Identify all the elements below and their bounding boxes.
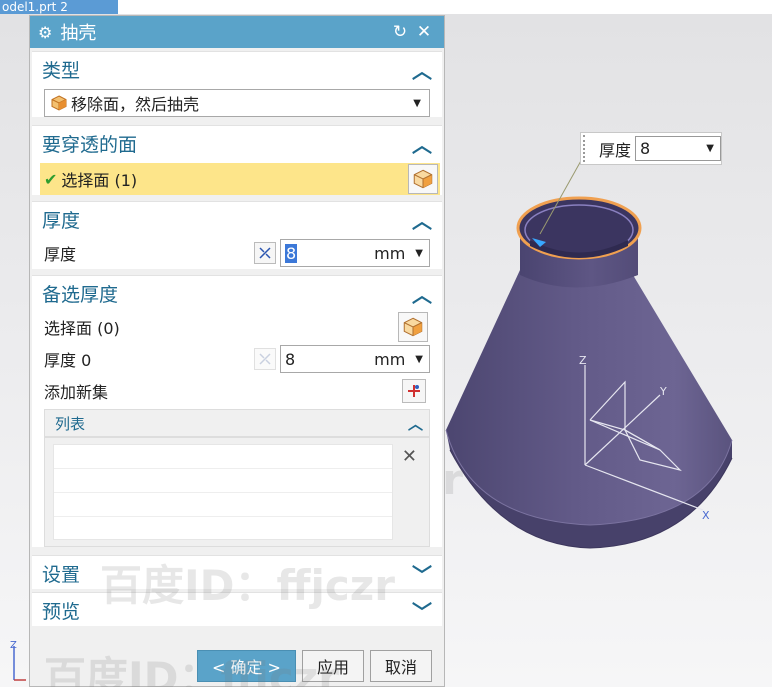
- axis-z-label: Z: [579, 354, 587, 367]
- type-select[interactable]: 移除面，然后抽壳 ▼: [44, 89, 430, 117]
- alt-thickness-value: 8: [285, 349, 296, 369]
- thickness-unit: mm: [374, 243, 406, 263]
- chevron-up-icon[interactable]: ︿: [412, 279, 432, 308]
- svg-text:Z: Z: [10, 640, 17, 651]
- section-settings-header[interactable]: 设置 ﹀: [32, 556, 442, 590]
- callout-thickness-input[interactable]: 8 ▼: [635, 136, 721, 161]
- select-face-row[interactable]: ✔ 选择面 (1): [40, 163, 440, 195]
- list-box[interactable]: [53, 444, 393, 540]
- add-icon: [408, 385, 420, 397]
- dialog-title: 抽壳: [60, 23, 97, 44]
- list-header[interactable]: 列表 ︿: [44, 409, 430, 437]
- gear-icon: ⚙: [38, 22, 53, 42]
- thickness-label: 厚度: [44, 245, 77, 264]
- add-set-label: 添加新集: [44, 383, 109, 402]
- add-set-row: 添加新集: [32, 375, 442, 407]
- shell-type-icon: [51, 95, 67, 111]
- ok-button[interactable]: < 确定 >: [196, 650, 296, 682]
- chevron-down-icon[interactable]: ﹀: [412, 596, 432, 625]
- chevron-down-icon[interactable]: ﹀: [412, 559, 432, 588]
- shell-dialog: ⚙ 抽壳 ↻ ✕ 类型 ︿ 移除面，然后抽壳 ▼ 要穿透的面 ︿ ✔ 选择面 (…: [29, 15, 445, 687]
- section-title: 设置: [42, 563, 81, 586]
- axis-x-label: X: [702, 509, 710, 522]
- type-select-value: 移除面，然后抽壳: [71, 95, 200, 114]
- section-type: 类型 ︿ 移除面，然后抽壳 ▼: [32, 51, 442, 117]
- face-select-button[interactable]: [408, 164, 438, 194]
- section-faces-to-pierce: 要穿透的面 ︿ ✔ 选择面 (1): [32, 125, 442, 195]
- alt-thickness-unit: mm: [374, 349, 406, 369]
- cone-body: [446, 270, 732, 525]
- section-thickness-header[interactable]: 厚度 ︿: [32, 202, 442, 237]
- chevron-up-icon[interactable]: ︿: [408, 413, 423, 434]
- top-opening: [516, 196, 642, 260]
- section-alt-thickness: 备选厚度 ︿ 选择面 (0) 厚度 0 8 mm ▼ 添加新集 列表 ︿ ✕: [32, 275, 442, 547]
- alt-thickness-row: 厚度 0 8 mm ▼: [32, 343, 442, 375]
- list-item: [54, 469, 392, 493]
- alt-face-select-button[interactable]: [398, 312, 428, 342]
- alt-select-face-row: 选择面 (0): [32, 311, 442, 343]
- dialog-titlebar[interactable]: ⚙ 抽壳 ↻ ✕: [30, 16, 444, 48]
- cancel-button[interactable]: 取消: [369, 650, 432, 682]
- section-preview-header[interactable]: 预览 ﹀: [32, 593, 442, 627]
- shell-model[interactable]: Z Y X: [440, 120, 740, 560]
- check-icon: ✔: [44, 169, 58, 189]
- view-triad-icon: Z: [10, 640, 26, 681]
- formula-icon[interactable]: [254, 242, 276, 264]
- chevron-down-icon[interactable]: ▼: [415, 248, 423, 259]
- list-item: [54, 445, 392, 469]
- section-title: 要穿透的面: [42, 134, 138, 156]
- reset-button[interactable]: ↻: [388, 22, 412, 42]
- callout-grip[interactable]: [583, 135, 586, 162]
- add-set-button[interactable]: [402, 379, 426, 403]
- thickness-input[interactable]: 8 mm ▼: [280, 239, 430, 267]
- cube-icon: [413, 169, 433, 189]
- apply-button[interactable]: 应用: [301, 650, 364, 682]
- section-type-header[interactable]: 类型 ︿: [32, 52, 442, 87]
- chevron-down-icon: ▼: [413, 97, 421, 109]
- cube-icon: [403, 317, 423, 337]
- axis-y-label: Y: [659, 385, 667, 398]
- chevron-down-icon: ▼: [706, 143, 714, 154]
- section-alt-header[interactable]: 备选厚度 ︿: [32, 276, 442, 311]
- thickness-row: 厚度 8 mm ▼: [32, 237, 442, 269]
- delete-icon[interactable]: ✕: [402, 446, 417, 467]
- chevron-up-icon[interactable]: ︿: [412, 55, 432, 84]
- list-item: [54, 493, 392, 517]
- close-button[interactable]: ✕: [412, 22, 436, 42]
- section-thickness: 厚度 ︿ 厚度 8 mm ▼: [32, 201, 442, 269]
- thickness-value: 8: [285, 243, 298, 263]
- section-title: 类型: [42, 60, 81, 82]
- select-face-label: 选择面 (1): [61, 171, 138, 190]
- callout-value: 8: [640, 139, 651, 158]
- alt-select-face-label: 选择面 (0): [44, 319, 120, 338]
- chevron-up-icon[interactable]: ︿: [412, 205, 432, 234]
- alt-thickness-input[interactable]: 8 mm ▼: [280, 345, 430, 373]
- thickness-callout: 厚度 8 ▼: [580, 132, 722, 165]
- section-settings: 设置 ﹀: [32, 555, 442, 589]
- alt-thickness-label: 厚度 0: [44, 351, 92, 370]
- section-title: 备选厚度: [42, 284, 119, 306]
- section-preview: 预览 ﹀: [32, 592, 442, 626]
- section-faces-header[interactable]: 要穿透的面 ︿: [32, 126, 442, 161]
- section-title: 预览: [42, 600, 81, 623]
- callout-label: 厚度: [599, 140, 632, 160]
- list-title: 列表: [55, 414, 86, 433]
- list-area: ✕: [44, 437, 430, 547]
- formula-icon: [254, 348, 276, 370]
- chevron-down-icon[interactable]: ▼: [415, 354, 423, 365]
- section-title: 厚度: [42, 210, 81, 232]
- dialog-footer: < 确定 > 应用 取消: [30, 646, 444, 686]
- chevron-up-icon[interactable]: ︿: [412, 129, 432, 158]
